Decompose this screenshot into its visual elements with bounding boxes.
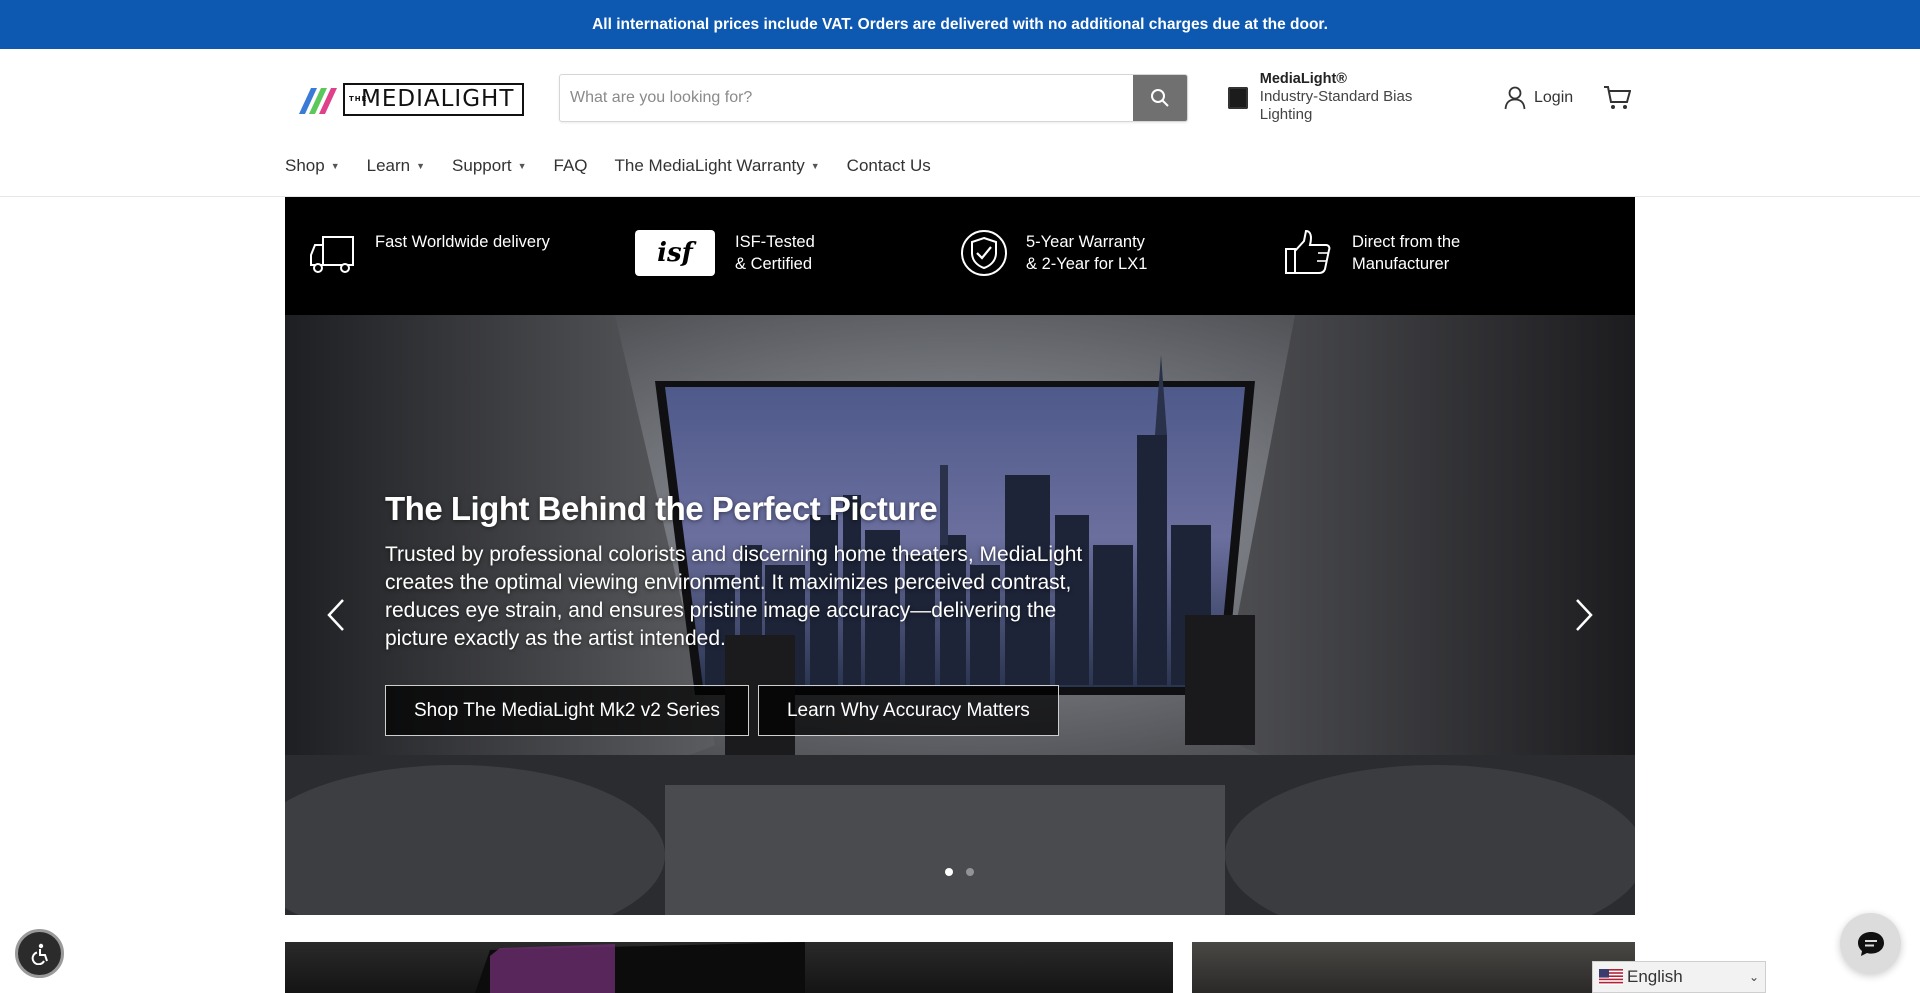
promo-title: MediaLight®: [1259, 71, 1347, 87]
feature-line1: 5-Year Warranty: [1026, 233, 1145, 251]
nav-item-shop[interactable]: Shop ▼: [285, 156, 340, 176]
hero-body: Trusted by professional colorists and di…: [385, 543, 1083, 650]
announcement-bar: All international prices include VAT. Or…: [0, 0, 1920, 49]
hero-title: The Light Behind the Perfect Picture: [385, 490, 938, 527]
hero-content: The Light Behind the Perfect Picture Tru…: [385, 489, 1105, 736]
feature-line2: & 2-Year for LX1: [1026, 255, 1148, 273]
feature-line1: Direct from the: [1352, 233, 1461, 251]
nav-item-contact[interactable]: Contact Us: [847, 156, 931, 176]
carousel-prev-button[interactable]: [321, 595, 351, 635]
promo-product-thumbnail: [1228, 87, 1248, 109]
truck-icon: [310, 236, 354, 273]
nav-item-faq[interactable]: FAQ: [554, 156, 588, 176]
isf-badge-text: isf: [657, 238, 693, 268]
feature-direct: Direct from the Manufacturer: [1284, 229, 1461, 275]
promo-card-left[interactable]: [285, 942, 1173, 993]
nav-label: FAQ: [553, 156, 588, 175]
language-label: English: [1627, 967, 1683, 986]
chevron-down-icon: ▼: [517, 161, 527, 171]
promo-card-right[interactable]: [1192, 942, 1635, 993]
feature-delivery: Fast Worldwide delivery: [309, 233, 550, 275]
hero-slideshow: The Light Behind the Perfect Picture Tru…: [285, 315, 1635, 915]
nav-item-learn[interactable]: Learn ▼: [367, 156, 425, 176]
login-link[interactable]: Login: [1504, 86, 1573, 110]
chevron-down-icon: ▼: [810, 161, 820, 171]
carousel-dot-2[interactable]: [966, 868, 974, 876]
accessibility-button[interactable]: [15, 929, 64, 978]
feature-line2: & Certified: [735, 255, 813, 273]
logo-wordmark: THE MEDIALIGHT: [343, 82, 525, 116]
promo-subtitle: Industry-Standard Bias Lighting: [1259, 88, 1413, 123]
cart-icon: [1604, 86, 1631, 109]
chevron-right-icon: [1576, 599, 1593, 631]
nav-label: Contact Us: [846, 156, 931, 175]
us-flag-icon: [1599, 969, 1623, 985]
nav-label: Support: [452, 156, 512, 175]
main-navigation: Shop ▼ Learn ▼ Support ▼ FAQ The MediaLight…: [285, 156, 958, 176]
logo-mark-icon: [297, 82, 337, 116]
nav-label: Shop: [285, 156, 325, 175]
nav-label: The MediaLight Warranty: [614, 156, 805, 175]
feature-line1: Fast Worldwide delivery: [375, 233, 550, 251]
announcement-text: All international prices include VAT. Or…: [592, 15, 1328, 33]
chevron-down-icon: ▼: [416, 161, 426, 171]
search-button[interactable]: [1133, 75, 1187, 121]
chevron-down-icon: ⌄: [1748, 970, 1759, 984]
site-logo[interactable]: THE MEDIALIGHT: [297, 81, 525, 117]
logo-text: MEDIALIGHT: [361, 86, 515, 112]
search-bar: [559, 74, 1188, 122]
cart-button[interactable]: [1603, 85, 1631, 111]
check-shield-icon: [961, 230, 1007, 276]
carousel-next-button[interactable]: [1569, 595, 1599, 635]
feature-line1: ISF-Tested: [735, 233, 815, 251]
feature-warranty: 5-Year Warranty & 2-Year for LX1: [960, 230, 1148, 277]
thumbs-up-icon: [1285, 229, 1331, 274]
carousel-dots: [945, 868, 987, 876]
nav-item-support[interactable]: Support ▼: [452, 156, 526, 176]
isf-logo-icon: isf: [635, 230, 715, 276]
nav-label: Learn: [366, 156, 411, 175]
search-icon: [1151, 89, 1169, 107]
user-icon: [1504, 86, 1526, 110]
shop-mk2-button[interactable]: Shop The MediaLight Mk2 v2 Series: [385, 685, 749, 736]
language-selector[interactable]: English ⌄: [1592, 961, 1766, 993]
search-input[interactable]: [560, 75, 1133, 121]
chat-button[interactable]: [1840, 913, 1901, 974]
chevron-down-icon: ▼: [330, 161, 340, 171]
learn-accuracy-button[interactable]: Learn Why Accuracy Matters: [757, 685, 1059, 736]
feature-line2: Manufacturer: [1352, 255, 1450, 273]
header-promo[interactable]: MediaLight® Industry-Standard Bias Light…: [1228, 70, 1448, 126]
chat-icon: [1857, 931, 1884, 956]
logo-the: THE: [349, 94, 368, 103]
nav-item-warranty[interactable]: The MediaLight Warranty ▼: [615, 156, 820, 176]
chevron-left-icon: [327, 599, 344, 631]
promo-card-left-image: [475, 942, 805, 993]
carousel-dot-1[interactable]: [945, 868, 953, 876]
login-label: Login: [1534, 89, 1574, 106]
features-bar: Fast Worldwide delivery isf ISF-Tested &…: [285, 197, 1635, 315]
feature-isf: isf ISF-Tested & Certified: [635, 230, 815, 276]
accessibility-icon: [31, 943, 48, 965]
